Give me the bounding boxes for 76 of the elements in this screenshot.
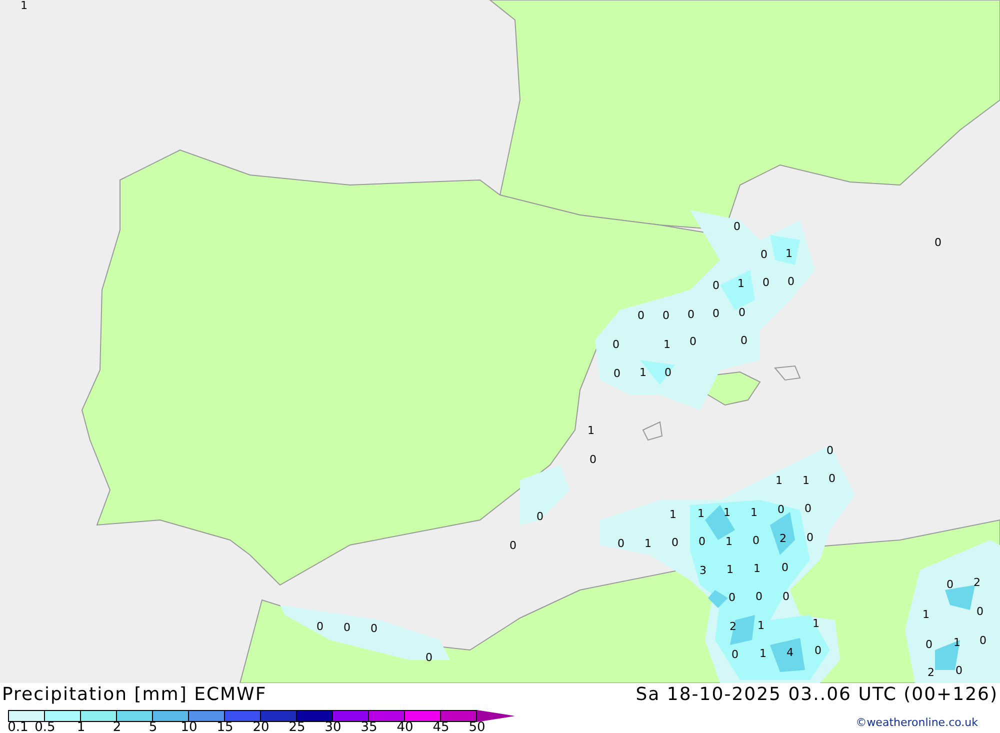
precipitation-value: 0 [712, 279, 720, 292]
precipitation-value: 0 [732, 648, 738, 661]
precipitation-value: 2 [974, 576, 980, 589]
precipitation-value: 0 [976, 605, 984, 618]
precipitation-value: 2 [928, 666, 934, 679]
precipitation-value: 1 [670, 508, 676, 521]
precipitation-value: 0 [690, 335, 696, 348]
legend-tick-label: 50 [468, 721, 486, 733]
legend-tick-label: 40 [396, 721, 414, 733]
precipitation-value: 1 [20, 0, 28, 12]
precipitation-value: 1 [776, 474, 782, 487]
precipitation-value: 0 [980, 634, 986, 647]
precipitation-value: 0 [612, 338, 620, 351]
precipitation-value: 0 [344, 621, 350, 634]
precipitation-value: 1 [758, 619, 764, 632]
precipitation-value: 0 [782, 590, 790, 603]
precipitation-value: 1 [588, 424, 594, 437]
precipitation-value: 0 [510, 539, 516, 552]
precipitation-value: 1 [724, 506, 730, 519]
precipitation-value: 0 [956, 664, 962, 677]
precipitation-value: 1 [812, 617, 820, 630]
precipitation-value: 0 [734, 220, 740, 233]
precipitation-value: 3 [700, 564, 706, 577]
precipitation-value: 0 [762, 276, 770, 289]
precipitation-value: 0 [316, 620, 324, 633]
precipitation-value: 1 [802, 474, 810, 487]
precipitation-value: 2 [730, 620, 736, 633]
precipitation-value: 0 [688, 308, 694, 321]
precipitation-value: 0 [778, 503, 784, 516]
precipitation-value: 1 [726, 535, 732, 548]
precipitation-value: 0 [828, 472, 836, 485]
precipitation-value: 1 [664, 338, 670, 351]
precipitation-value: 1 [726, 563, 734, 576]
precipitation-value: 0 [590, 453, 596, 466]
forecast-timestamp: Sa 18-10-2025 03..06 UTC (00+126) [636, 684, 998, 705]
precipitation-value: 1 [954, 636, 960, 649]
precipitation-value: 0 [664, 366, 672, 379]
precipitation-value: 1 [644, 537, 652, 550]
precipitation-value: 0 [760, 248, 768, 261]
precipitation-value: 0 [370, 622, 378, 635]
legend-tick-label: 0.1 [8, 721, 28, 733]
precipitation-value: 1 [640, 366, 646, 379]
precipitation-value: 0 [618, 537, 624, 550]
precipitation-value: 0 [662, 309, 670, 322]
precipitation-value: 0 [672, 536, 678, 549]
precipitation-value: 0 [738, 306, 746, 319]
precipitation-value: 1 [786, 247, 792, 260]
precipitation-value: 2 [780, 532, 786, 545]
precipitation-value: 0 [614, 367, 620, 380]
precipitation-value: 1 [754, 562, 760, 575]
precipitation-value: 0 [804, 502, 812, 515]
precipitation-value: 4 [786, 646, 794, 659]
precipitation-value: 0 [934, 236, 942, 249]
map-title: Precipitation [mm] ECMWF [2, 684, 267, 705]
precipitation-value: 0 [806, 531, 814, 544]
precipitation-value: 0 [782, 561, 788, 574]
precipitation-value: 0 [946, 578, 954, 591]
precipitation-value: 0 [740, 334, 748, 347]
precipitation-value: 0 [756, 590, 762, 603]
precipitation-value: 0 [826, 444, 834, 457]
copyright-link[interactable]: ©weatheronline.co.uk [856, 716, 978, 729]
precipitation-value: 0 [426, 651, 432, 664]
precipitation-value: 1 [760, 647, 766, 660]
precipitation-value: 1 [750, 506, 758, 519]
precipitation-value: 0 [712, 307, 720, 320]
precipitation-value: 1 [698, 507, 704, 520]
precipitation-value: 0 [926, 638, 932, 651]
precipitation-value: 1 [738, 277, 744, 290]
precipitation-value: 0 [814, 644, 822, 657]
precipitation-value: 0 [536, 510, 544, 523]
precipitation-value: 0 [638, 309, 644, 322]
precipitation-value: 0 [728, 591, 736, 604]
precipitation-value: 0 [788, 275, 794, 288]
precipitation-value: 0 [752, 534, 760, 547]
precipitation-value: 1 [922, 608, 930, 621]
precipitation-value: 0 [698, 535, 706, 548]
